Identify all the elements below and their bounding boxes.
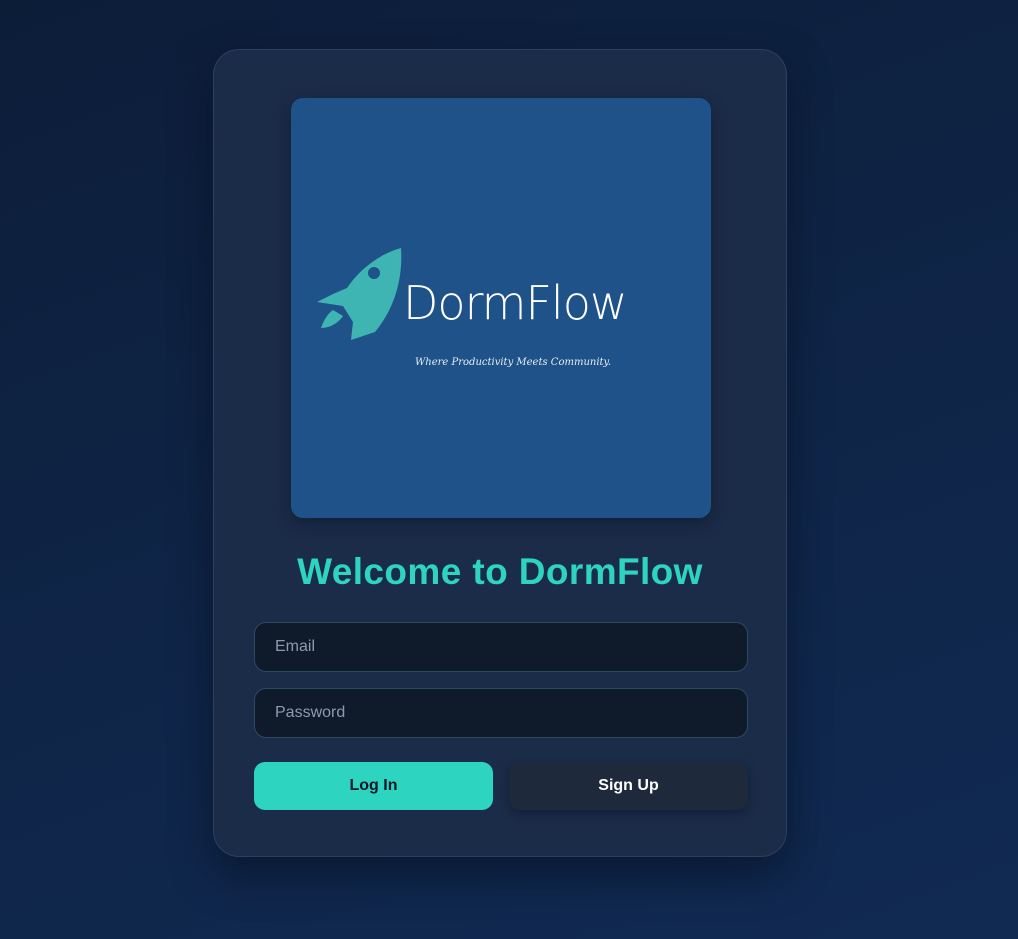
brand-name: DormFlow	[403, 276, 627, 330]
password-field[interactable]	[254, 688, 748, 738]
rocket-fin	[321, 310, 343, 328]
signup-button[interactable]: Sign Up	[509, 762, 748, 810]
page-title: Welcome to DormFlow	[297, 551, 703, 592]
brand-tagline: Where Productivity Meets Community.	[415, 357, 612, 368]
login-card: DormFlow Where Productivity Meets Commun…	[213, 49, 787, 857]
email-field[interactable]	[254, 622, 748, 672]
login-button[interactable]: Log In	[254, 762, 493, 810]
logo-image: DormFlow Where Productivity Meets Commun…	[291, 98, 711, 518]
rocket-window	[368, 267, 380, 279]
